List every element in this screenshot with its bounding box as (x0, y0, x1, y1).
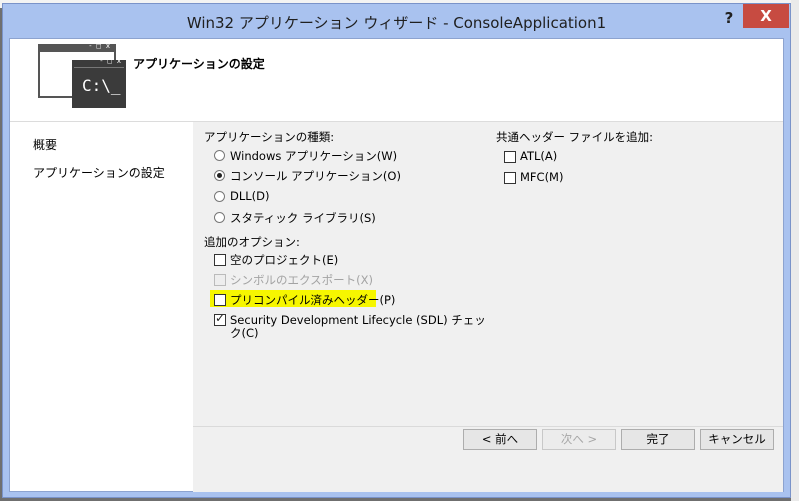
checkbox-disabled (214, 274, 226, 286)
cancel-button[interactable]: キャンセル (700, 429, 774, 450)
sidebar-item-app-settings[interactable]: アプリケーションの設定 (33, 164, 165, 181)
additional-options-label: 追加のオプション: (204, 235, 300, 249)
checkbox-label-line1: Security Development Lifecycle (SDL) チェッ (230, 313, 486, 327)
radio-button[interactable] (214, 150, 225, 161)
radio-button[interactable] (214, 212, 225, 223)
radio-label: Windows アプリケーション(W) (230, 149, 398, 163)
radio-button[interactable] (214, 191, 225, 202)
console-prompt-text: C:\_ (82, 76, 121, 95)
page-title: アプリケーションの設定 (133, 57, 265, 71)
dialog-client: - ◻ x - ◻ x C:\_ アプリケーションの設定 概要 アプリケーション… (9, 38, 784, 492)
back-button[interactable]: < 前へ (463, 429, 537, 450)
checkbox-label: シンボルのエクスポート(X) (230, 273, 374, 287)
settings-panel: アプリケーションの種類: Windows アプリケーション(W) コンソール ア… (193, 122, 783, 426)
close-button[interactable]: X (743, 4, 789, 28)
help-button[interactable]: ? (719, 8, 739, 28)
console-window-icon: - ◻ x C:\_ (72, 57, 126, 108)
wizard-header: - ◻ x - ◻ x C:\_ アプリケーションの設定 (10, 39, 783, 122)
checkbox-label: 空のプロジェクト(E) (230, 253, 339, 267)
wizard-sidebar: 概要 アプリケーションの設定 (10, 122, 193, 491)
common-headers-label: 共通ヘッダー ファイルを追加: (496, 130, 654, 144)
checkbox-label-line2: ク(C) (230, 326, 259, 340)
checkbox[interactable] (504, 151, 516, 163)
title-bar[interactable]: Win32 アプリケーション ウィザード - ConsoleApplicatio… (3, 4, 790, 38)
app-type-label: アプリケーションの種類: (204, 130, 335, 144)
radio-button-selected[interactable] (214, 170, 225, 181)
checkbox-label: MFC(M) (520, 170, 564, 184)
next-button: 次へ > (542, 429, 616, 450)
checkbox[interactable] (214, 254, 226, 266)
console-app-icon: - ◻ x - ◻ x C:\_ (38, 42, 126, 108)
checkmark-icon: ✓ (215, 311, 226, 325)
sidebar-item-overview[interactable]: 概要 (33, 136, 57, 153)
checkbox-label: ATL(A) (520, 149, 558, 163)
radio-label: スタティック ライブラリ(S) (230, 211, 376, 225)
radio-label: DLL(D) (230, 189, 270, 203)
window-title: Win32 アプリケーション ウィザード - ConsoleApplicatio… (186, 14, 607, 32)
checkbox[interactable] (504, 172, 516, 184)
checkbox-label: プリコンパイル済みヘッダー(P) (230, 293, 396, 307)
checkbox[interactable] (214, 294, 226, 306)
wizard-footer: < 前へ 次へ > 完了 キャンセル (193, 426, 783, 492)
radio-label: コンソール アプリケーション(O) (230, 169, 401, 183)
finish-button[interactable]: 完了 (621, 429, 695, 450)
checkbox-checked[interactable]: ✓ (214, 311, 226, 326)
wizard-window: Win32 アプリケーション ウィザード - ConsoleApplicatio… (2, 3, 791, 498)
background-strip-right (791, 0, 799, 501)
